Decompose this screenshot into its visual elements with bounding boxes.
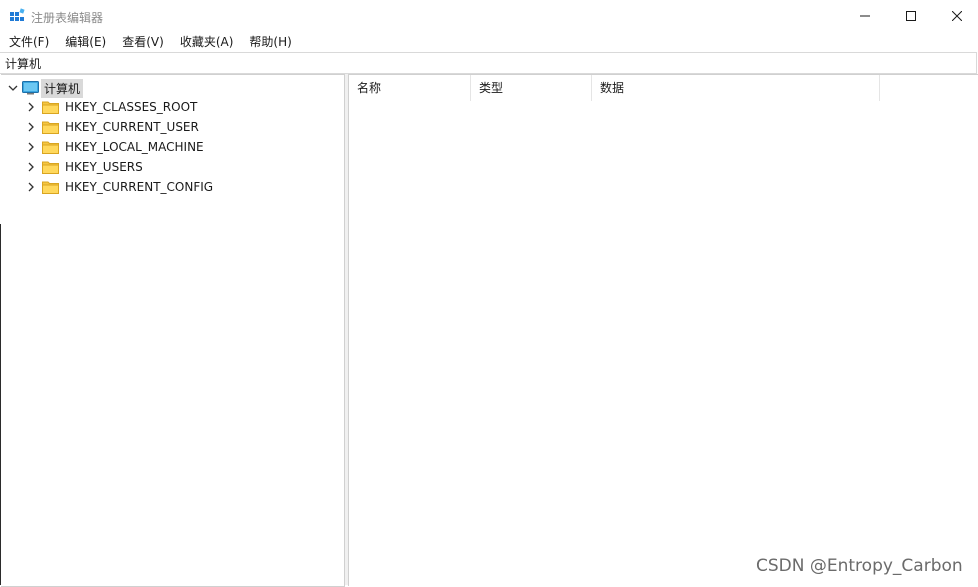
values-list-pane[interactable]: 名称 类型 数据 — [348, 74, 978, 586]
registry-editor-icon — [9, 8, 25, 24]
tree-item-label: HKEY_CURRENT_USER — [65, 120, 199, 134]
folder-icon — [42, 160, 59, 174]
tree-item-label: HKEY_USERS — [65, 160, 143, 174]
chevron-right-icon[interactable] — [25, 141, 37, 153]
close-button[interactable] — [934, 0, 978, 32]
minimize-button[interactable] — [842, 0, 888, 32]
tree-item-hkey-local-machine[interactable]: HKEY_LOCAL_MACHINE — [25, 137, 207, 157]
menu-edit[interactable]: 编辑(E) — [56, 32, 113, 52]
key-tree-pane[interactable]: 计算机 HKEY_CLASSES_ROOT HKEY_CURRENT_USER — [1, 74, 345, 587]
tree-item-hkey-current-user[interactable]: HKEY_CURRENT_USER — [25, 117, 202, 137]
maximize-icon — [906, 11, 916, 21]
menu-help[interactable]: 帮助(H) — [240, 32, 298, 52]
tree-root-label: 计算机 — [41, 78, 84, 98]
address-bar[interactable]: 计算机 — [0, 52, 977, 74]
column-header-name[interactable]: 名称 — [349, 75, 471, 101]
title-bar[interactable]: 注册表编辑器 — [0, 0, 978, 32]
column-header-data[interactable]: 数据 — [592, 75, 880, 101]
folder-icon — [42, 120, 59, 134]
menu-bar: 文件(F) 编辑(E) 查看(V) 收藏夹(A) 帮助(H) — [0, 32, 299, 52]
address-path[interactable]: 计算机 — [5, 55, 41, 72]
menu-view[interactable]: 查看(V) — [113, 32, 171, 52]
list-header: 名称 类型 数据 — [349, 75, 978, 101]
chevron-down-icon[interactable] — [7, 82, 19, 94]
menu-favorites[interactable]: 收藏夹(A) — [171, 32, 241, 52]
chevron-right-icon[interactable] — [25, 161, 37, 173]
tree-item-label: HKEY_CURRENT_CONFIG — [65, 180, 214, 194]
tree-item-label: HKEY_LOCAL_MACHINE — [65, 140, 204, 154]
folder-icon — [42, 100, 59, 114]
chevron-right-icon[interactable] — [25, 101, 37, 113]
tree-root-computer[interactable]: 计算机 — [7, 78, 84, 98]
tree-item-hkey-current-config[interactable]: HKEY_CURRENT_CONFIG — [25, 177, 216, 197]
registry-editor-window: 注册表编辑器 文件(F) 编辑(E) 查看(V) 收藏夹(A) 帮助(H) 计算… — [0, 0, 978, 587]
window-title: 注册表编辑器 — [31, 11, 104, 25]
column-header-type[interactable]: 类型 — [471, 75, 592, 101]
tree-item-hkey-classes-root[interactable]: HKEY_CLASSES_ROOT — [25, 97, 200, 117]
folder-icon — [42, 180, 59, 194]
maximize-button[interactable] — [888, 0, 934, 32]
computer-icon — [22, 81, 39, 95]
menu-file[interactable]: 文件(F) — [0, 32, 56, 52]
close-icon — [952, 11, 962, 21]
tree-item-label: HKEY_CLASSES_ROOT — [65, 100, 198, 114]
watermark: CSDN @Entropy_Carbon — [756, 556, 963, 576]
chevron-right-icon[interactable] — [25, 121, 37, 133]
minimize-icon — [860, 11, 870, 21]
chevron-right-icon[interactable] — [25, 181, 37, 193]
folder-icon — [42, 140, 59, 154]
tree-item-hkey-users[interactable]: HKEY_USERS — [25, 157, 146, 177]
